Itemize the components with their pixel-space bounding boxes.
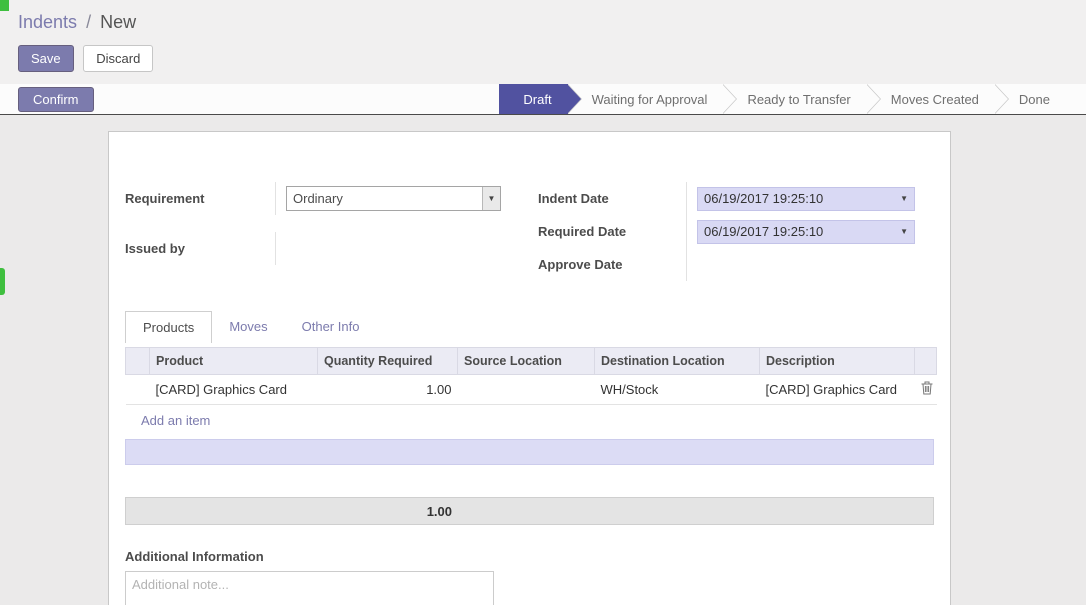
quantity-required-column-header[interactable]: Quantity Required — [318, 348, 458, 375]
tab-moves[interactable]: Moves — [212, 311, 284, 343]
product-column-header[interactable]: Product — [150, 348, 318, 375]
description-cell[interactable]: [CARD] Graphics Card — [760, 375, 915, 405]
destination-location-column-header[interactable]: Destination Location — [595, 348, 760, 375]
status-steps: Draft Waiting for Approval Ready to Tran… — [499, 84, 1066, 114]
confirm-button[interactable]: Confirm — [18, 87, 94, 112]
delete-column-header — [915, 348, 937, 375]
empty-edit-row[interactable] — [125, 439, 934, 465]
form-fields: Requirement Ordinary ▼ Issued by Indent … — [125, 182, 934, 281]
product-cell[interactable]: [CARD] Graphics Card — [150, 375, 318, 405]
quantity-required-cell[interactable]: 1.00 — [318, 375, 458, 405]
status-step-draft[interactable]: Draft — [499, 84, 567, 114]
breadcrumb-separator: / — [82, 12, 95, 32]
required-date-input[interactable]: 06/19/2017 19:25:10 ▼ — [697, 220, 915, 244]
row-handle[interactable] — [126, 375, 150, 405]
delete-row-button[interactable] — [915, 375, 937, 405]
status-step-waiting-for-approval[interactable]: Waiting for Approval — [568, 84, 724, 114]
content-area: Requirement Ordinary ▼ Issued by Indent … — [0, 131, 1086, 593]
additional-note-textarea[interactable] — [125, 571, 494, 605]
green-corner-marker — [0, 0, 9, 11]
destination-location-cell[interactable]: WH/Stock — [595, 375, 760, 405]
indent-date-input[interactable]: 06/19/2017 19:25:10 ▼ — [697, 187, 915, 211]
breadcrumb-indents-link[interactable]: Indents — [18, 12, 77, 32]
table-header-row: Product Quantity Required Source Locatio… — [126, 348, 937, 375]
top-bar: Indents / New Save Discard — [0, 0, 1086, 84]
breadcrumb-current: New — [100, 12, 136, 32]
requirement-select[interactable]: Ordinary ▼ — [286, 186, 501, 211]
discard-button[interactable]: Discard — [83, 45, 153, 72]
source-location-cell[interactable] — [458, 375, 595, 405]
save-button[interactable]: Save — [18, 45, 74, 72]
table-total-bar: 1.00 — [125, 497, 934, 525]
add-an-item-link[interactable]: Add an item — [125, 405, 934, 436]
chevron-down-icon[interactable]: ▼ — [900, 194, 908, 203]
trash-icon[interactable] — [921, 383, 933, 398]
source-location-column-header[interactable]: Source Location — [458, 348, 595, 375]
table-row[interactable]: [CARD] Graphics Card 1.00 WH/Stock [CARD… — [126, 375, 937, 405]
tab-bar: Products Moves Other Info — [125, 311, 934, 343]
notebook: Products Moves Other Info Product Quanti… — [125, 311, 934, 525]
indent-date-value: 06/19/2017 19:25:10 — [704, 191, 823, 206]
required-date-value: 06/19/2017 19:25:10 — [704, 224, 823, 239]
status-bar: Confirm Draft Waiting for Approval Ready… — [0, 84, 1086, 115]
required-date-label: Required Date — [538, 215, 686, 248]
products-table: Product Quantity Required Source Locatio… — [125, 347, 937, 405]
status-step-moves-created[interactable]: Moves Created — [867, 84, 995, 114]
indent-date-label: Indent Date — [538, 182, 686, 215]
requirement-label: Requirement — [125, 182, 275, 215]
toolbar: Save Discard — [18, 45, 1068, 72]
total-quantity: 1.00 — [126, 504, 458, 519]
chevron-down-icon[interactable]: ▼ — [482, 187, 500, 210]
additional-information-label: Additional Information — [125, 549, 934, 564]
requirement-value: Ordinary — [293, 191, 343, 206]
green-edge-marker — [0, 268, 5, 295]
form-sheet: Requirement Ordinary ▼ Issued by Indent … — [108, 131, 951, 605]
handle-column-header — [126, 348, 150, 375]
status-step-ready-to-transfer[interactable]: Ready to Transfer — [723, 84, 866, 114]
chevron-down-icon[interactable]: ▼ — [900, 227, 908, 236]
tab-products[interactable]: Products — [125, 311, 212, 343]
description-column-header[interactable]: Description — [760, 348, 915, 375]
tab-other-info[interactable]: Other Info — [285, 311, 377, 343]
breadcrumb: Indents / New — [18, 12, 1068, 33]
issued-by-label: Issued by — [125, 232, 275, 265]
approve-date-label: Approve Date — [538, 248, 686, 281]
